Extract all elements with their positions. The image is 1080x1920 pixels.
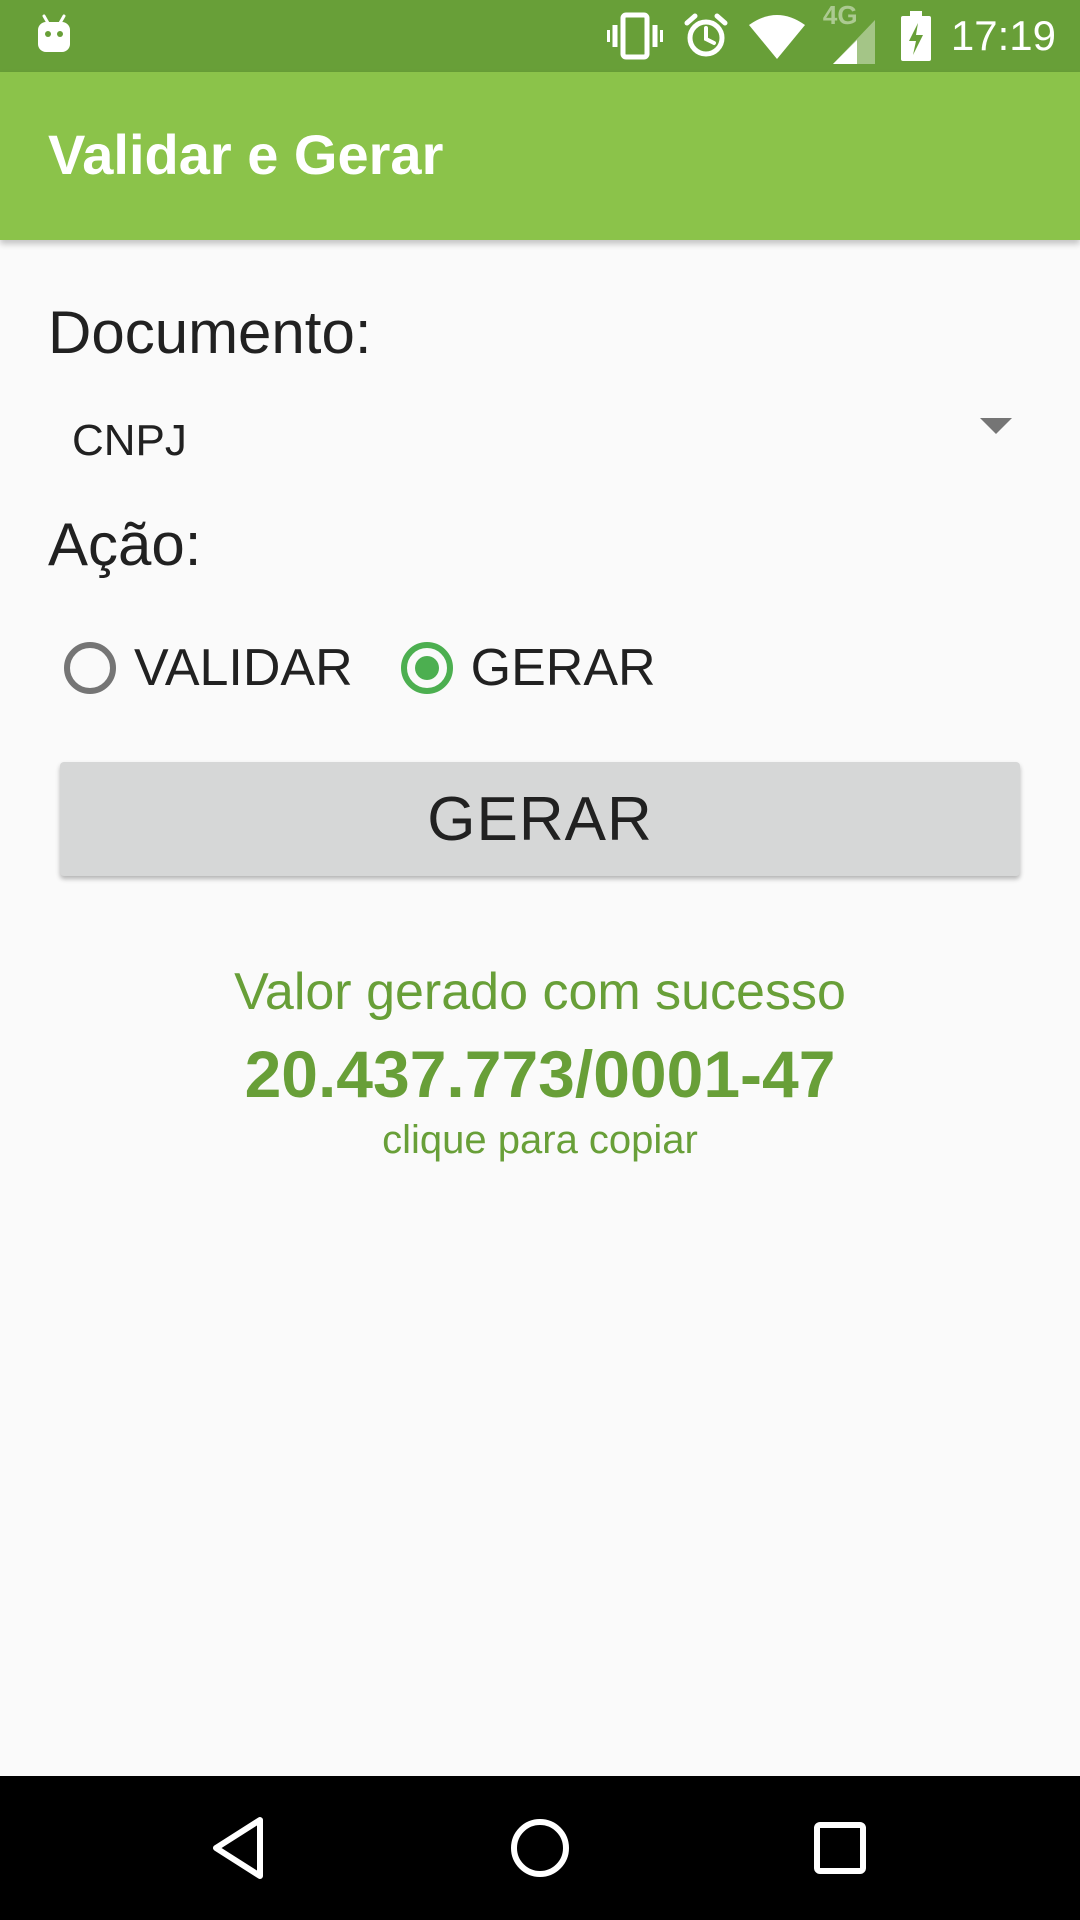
recents-icon[interactable] — [800, 1812, 880, 1884]
document-spinner[interactable]: CNPJ — [48, 398, 1032, 482]
wifi-icon — [748, 15, 805, 59]
radio-checked-icon[interactable] — [400, 642, 453, 694]
action-label: Ação: — [48, 511, 202, 578]
status-bar: 4G 17:19 — [0, 0, 1080, 72]
gerar-button[interactable]: GERAR — [60, 762, 1020, 876]
radio-validar-label[interactable]: VALIDAR — [134, 638, 353, 698]
app-bar: Validar e Gerar — [0, 72, 1080, 240]
vibrate-icon — [606, 12, 663, 60]
home-icon[interactable] — [500, 1812, 580, 1884]
cell-signal-icon: 4G — [823, 0, 881, 66]
radio-gerar[interactable]: GERAR — [400, 638, 656, 698]
generated-value[interactable]: 20.437.773/0001-47 — [0, 1036, 1080, 1112]
document-selected-value: CNPJ — [72, 416, 187, 465]
result-message: Valor gerado com sucesso — [234, 963, 846, 1021]
navigation-bar — [0, 1776, 1080, 1920]
back-icon[interactable] — [200, 1812, 280, 1884]
radio-validar[interactable]: VALIDAR — [64, 638, 353, 698]
action-radio-group: VALIDAR GERAR — [64, 636, 656, 700]
android-notification-icon — [38, 14, 70, 52]
battery-charging-icon — [900, 11, 931, 61]
radio-gerar-label[interactable]: GERAR — [471, 638, 656, 698]
radio-unchecked-icon[interactable] — [64, 642, 116, 694]
alarm-icon — [684, 13, 728, 57]
app-title: Validar e Gerar — [48, 123, 444, 186]
copy-hint[interactable]: clique para copiar — [0, 1118, 1080, 1163]
status-time: 17:19 — [950, 12, 1056, 59]
dropdown-arrow-icon — [980, 418, 1012, 434]
document-label: Documento: — [48, 299, 372, 366]
